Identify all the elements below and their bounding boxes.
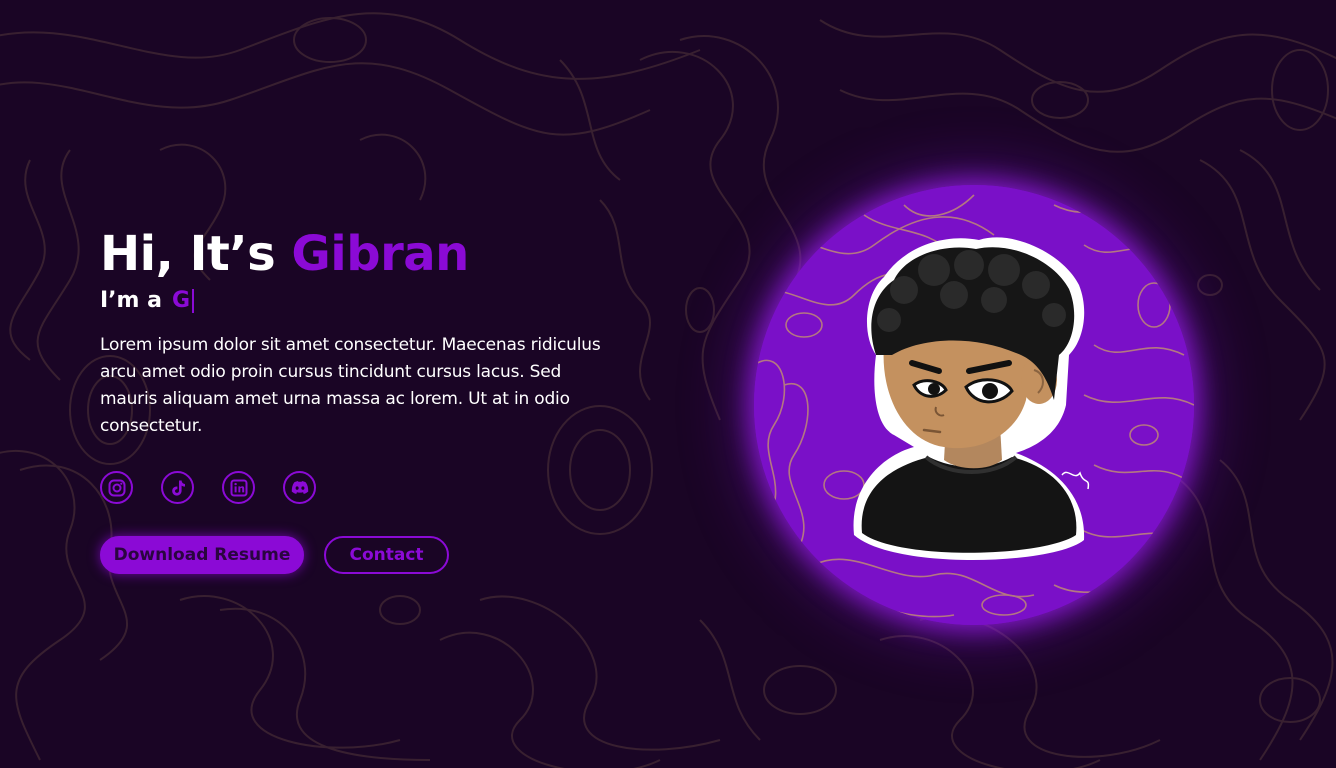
greeting-text: Hi, It’s — [100, 226, 292, 282]
typed-role: G — [171, 288, 191, 313]
cta-buttons: Download Resume Contact — [100, 536, 620, 574]
hero-subtitle: I’m a G — [100, 286, 620, 316]
hero-section: Hi, It’s Gibran I’m a G Lorem ipsum dolo… — [100, 224, 620, 574]
hero-description: Lorem ipsum dolor sit amet consectetur. … — [100, 335, 601, 436]
social-links — [100, 471, 620, 504]
linkedin-icon — [230, 479, 247, 496]
avatar-circle — [754, 185, 1194, 625]
hero-name: Gibran — [291, 226, 469, 282]
tiktok-icon — [171, 480, 185, 496]
instagram-icon — [108, 479, 125, 496]
hero-title: Hi, It’s Gibran — [100, 224, 620, 284]
role-prefix: I’m a — [100, 288, 162, 313]
instagram-link[interactable] — [100, 471, 133, 504]
discord-link[interactable] — [283, 471, 316, 504]
contact-button[interactable]: Contact — [324, 536, 449, 574]
linkedin-link[interactable] — [222, 471, 255, 504]
tiktok-link[interactable] — [161, 471, 194, 504]
avatar-illustration — [754, 185, 1194, 625]
discord-icon — [291, 480, 308, 494]
typing-cursor — [192, 289, 195, 313]
download-resume-button[interactable]: Download Resume — [100, 536, 304, 574]
